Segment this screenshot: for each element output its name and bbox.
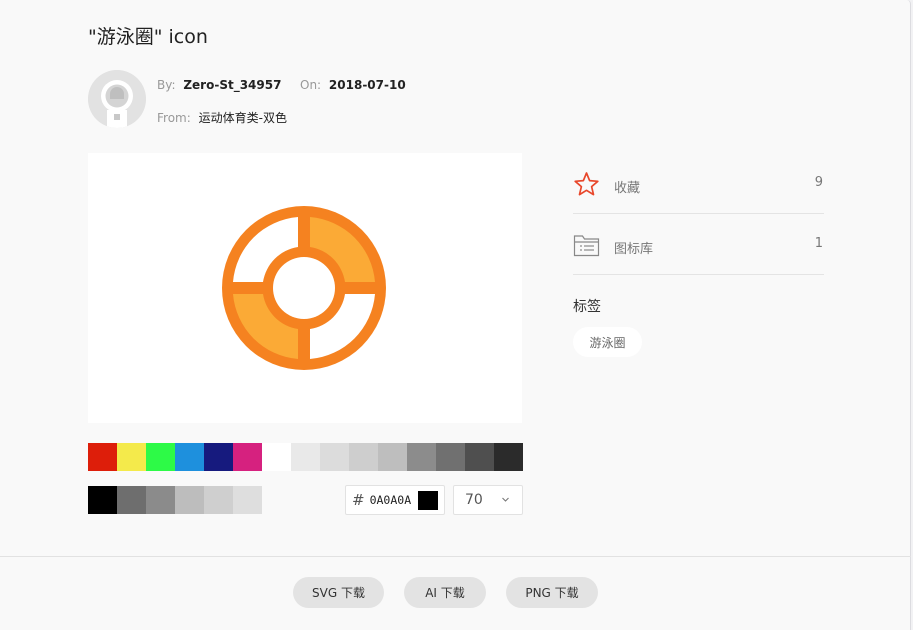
color-palette-row-1 bbox=[88, 443, 523, 471]
favorite-row[interactable]: 收藏 9 bbox=[573, 153, 824, 214]
palette-row2-swatch-4[interactable] bbox=[175, 486, 204, 514]
size-value: 70 bbox=[465, 492, 483, 508]
icon-preview bbox=[88, 153, 522, 423]
source-line: From: 运动体育类-双色 bbox=[157, 109, 287, 126]
palette-row1-swatch-3[interactable] bbox=[146, 443, 175, 471]
palette-row2-swatch-2[interactable] bbox=[117, 486, 146, 514]
palette-row1-swatch-10[interactable] bbox=[349, 443, 378, 471]
size-select[interactable]: 70 bbox=[453, 485, 523, 515]
tags-title: 标签 bbox=[573, 299, 601, 315]
library-label: 图标库 bbox=[614, 242, 654, 257]
library-count: 1 bbox=[814, 236, 823, 251]
author-label: By: bbox=[157, 78, 176, 92]
favorite-label: 收藏 bbox=[614, 181, 641, 196]
palette-row1-swatch-1[interactable] bbox=[88, 443, 117, 471]
palette-row1-swatch-5[interactable] bbox=[204, 443, 233, 471]
palette-row1-swatch-9[interactable] bbox=[320, 443, 349, 471]
astronaut-avatar-icon bbox=[88, 70, 146, 128]
star-icon[interactable] bbox=[573, 171, 600, 197]
favorite-count: 9 bbox=[814, 175, 823, 190]
svg-download-button[interactable]: SVG 下载 bbox=[293, 577, 384, 608]
hash-symbol: # bbox=[352, 491, 365, 509]
icon-detail-dialog: "游泳圈" icon By: Zero-St_34957 On: 2018-07… bbox=[0, 0, 911, 630]
lifebuoy-icon bbox=[222, 206, 386, 370]
author-line: By: Zero-St_34957 bbox=[157, 78, 281, 92]
library-row[interactable]: 图标库 1 bbox=[573, 214, 824, 275]
publish-date: 2018-07-10 bbox=[328, 78, 406, 92]
date-label: On: bbox=[300, 78, 322, 92]
color-hex-input[interactable]: # 0A0A0A bbox=[345, 485, 445, 515]
palette-row2-swatch-6[interactable] bbox=[233, 486, 262, 514]
page-title: "游泳圈" icon bbox=[88, 26, 208, 48]
author-name[interactable]: Zero-St_34957 bbox=[183, 78, 281, 92]
date-line: On: 2018-07-10 bbox=[300, 78, 406, 92]
hex-value[interactable]: 0A0A0A bbox=[370, 493, 412, 507]
chevron-down-icon bbox=[502, 497, 509, 502]
palette-row1-swatch-4[interactable] bbox=[175, 443, 204, 471]
ai-download-button[interactable]: AI 下载 bbox=[404, 577, 486, 608]
color-palette-row-2 bbox=[88, 486, 262, 514]
avatar[interactable] bbox=[88, 70, 146, 128]
tag-chip[interactable]: 游泳圈 bbox=[573, 327, 642, 357]
palette-row1-swatch-15[interactable] bbox=[494, 443, 523, 471]
palette-row2-swatch-3[interactable] bbox=[146, 486, 175, 514]
palette-row2-swatch-1[interactable] bbox=[88, 486, 117, 514]
palette-row1-swatch-11[interactable] bbox=[378, 443, 407, 471]
current-color-swatch[interactable] bbox=[418, 491, 438, 510]
palette-row1-swatch-14[interactable] bbox=[465, 443, 494, 471]
source-library-link[interactable]: 运动体育类-双色 bbox=[199, 111, 287, 125]
palette-row1-swatch-8[interactable] bbox=[291, 443, 320, 471]
palette-row1-swatch-13[interactable] bbox=[436, 443, 465, 471]
palette-row1-swatch-7[interactable] bbox=[262, 443, 291, 471]
folder-list-icon bbox=[573, 235, 600, 257]
from-label: From: bbox=[157, 111, 191, 125]
palette-row1-swatch-12[interactable] bbox=[407, 443, 436, 471]
palette-row2-swatch-5[interactable] bbox=[204, 486, 233, 514]
png-download-button[interactable]: PNG 下载 bbox=[506, 577, 598, 608]
footer-divider bbox=[0, 556, 911, 557]
palette-row1-swatch-2[interactable] bbox=[117, 443, 146, 471]
palette-row1-swatch-6[interactable] bbox=[233, 443, 262, 471]
